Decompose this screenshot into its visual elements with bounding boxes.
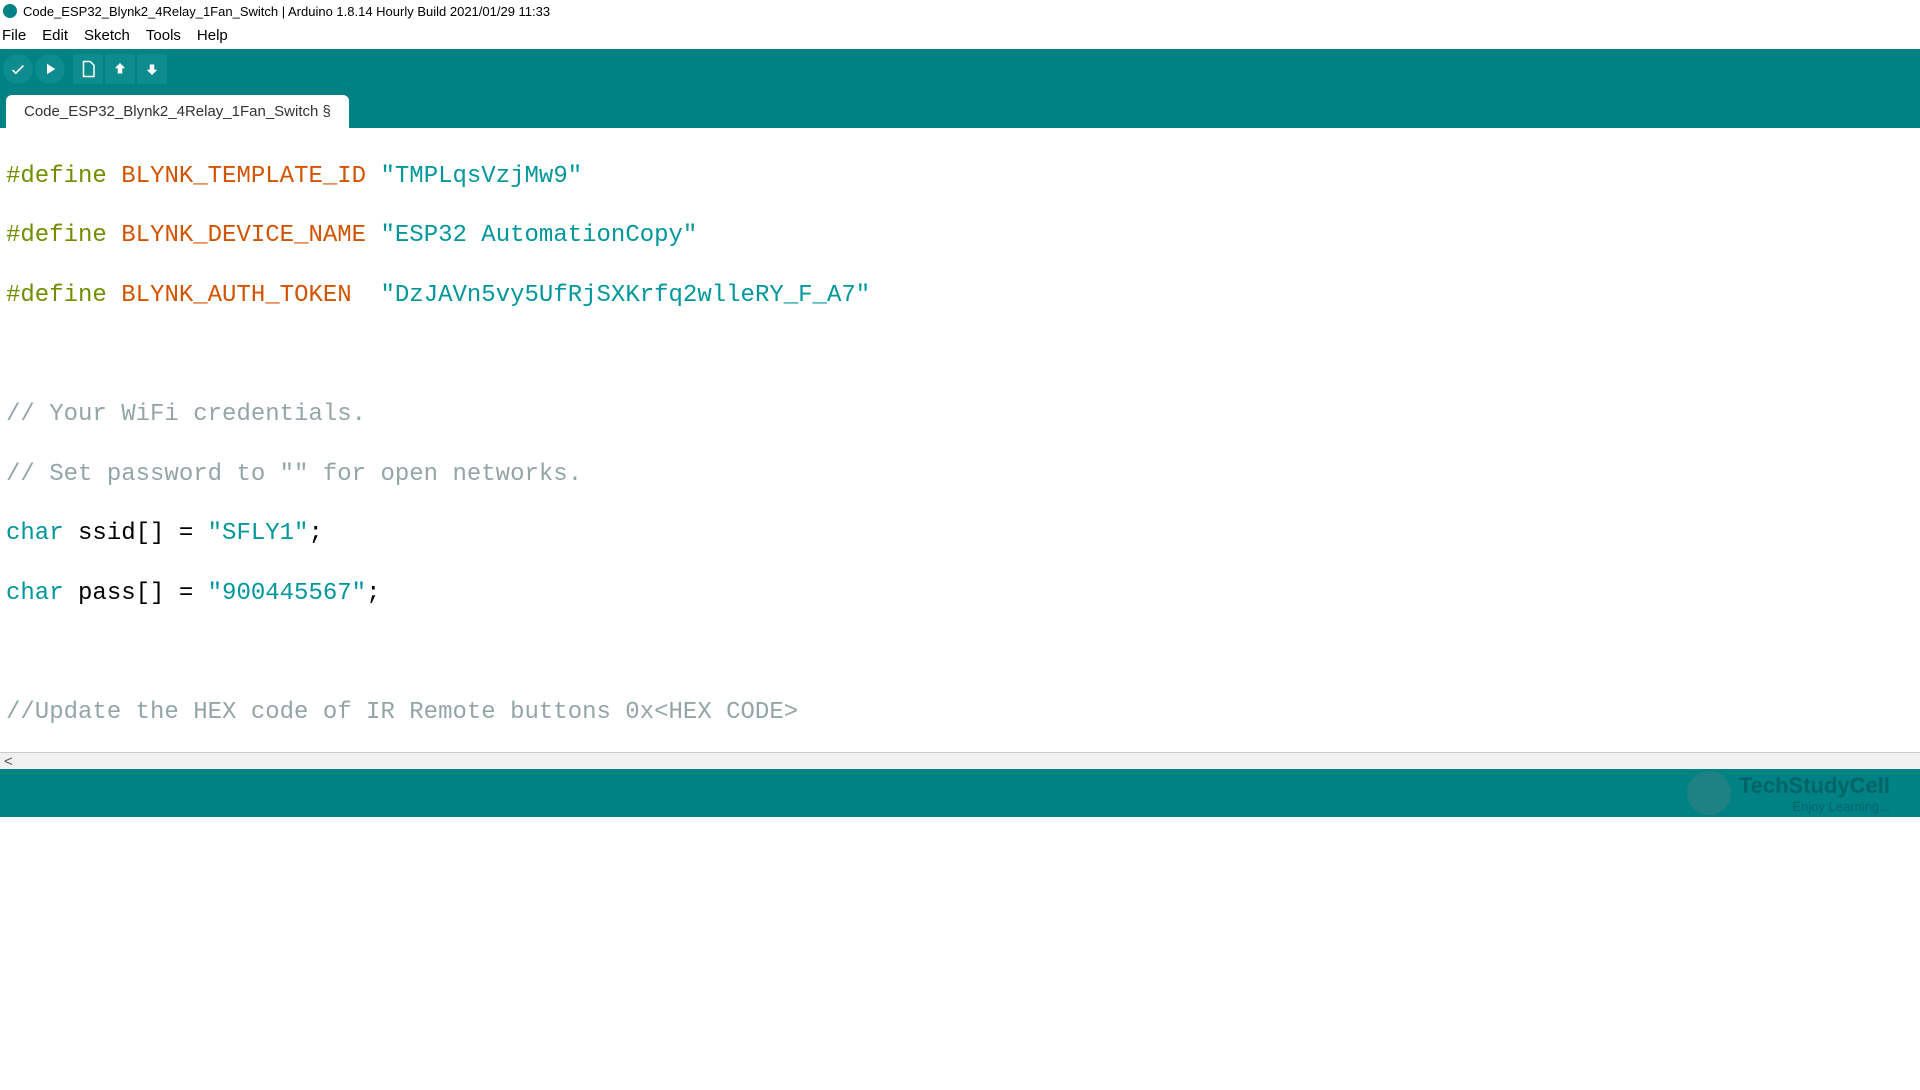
tab-sketch[interactable]: Code_ESP32_Blynk2_4Relay_1Fan_Switch §	[6, 95, 349, 128]
code-line: #define BLYNK_AUTH_TOKEN "DzJAVn5vy5UfRj…	[6, 281, 1914, 311]
code-line	[6, 341, 1914, 371]
code-line: // Your WiFi credentials.	[6, 400, 1914, 430]
arrow-up-icon	[111, 60, 129, 78]
app-icon	[3, 4, 17, 18]
code-line	[6, 639, 1914, 669]
watermark-tag: Enjoy Learning...	[1739, 799, 1890, 814]
code-line: // Set password to "" for open networks.	[6, 460, 1914, 490]
code-editor[interactable]: #define BLYNK_TEMPLATE_ID "TMPLqsVzjMw9"…	[0, 128, 1920, 752]
code-line: #define BLYNK_DEVICE_NAME "ESP32 Automat…	[6, 221, 1914, 251]
menu-tools[interactable]: Tools	[138, 27, 189, 44]
window-titlebar: Code_ESP32_Blynk2_4Relay_1Fan_Switch | A…	[0, 0, 1920, 22]
arrow-down-icon	[143, 60, 161, 78]
open-sketch-button[interactable]	[105, 54, 135, 84]
tab-strip: Code_ESP32_Blynk2_4Relay_1Fan_Switch §	[0, 88, 1920, 128]
horizontal-scrollbar[interactable]: <	[0, 752, 1920, 769]
code-line: char pass[] = "900445567";	[6, 579, 1914, 609]
code-line: char ssid[] = "SFLY1";	[6, 519, 1914, 549]
scroll-left-icon[interactable]: <	[4, 753, 13, 770]
arrow-right-icon	[41, 60, 59, 78]
toolbar	[0, 49, 1920, 88]
watermark: TechStudyCell Enjoy Learning...	[1687, 771, 1890, 815]
watermark-logo-icon	[1687, 771, 1731, 815]
watermark-brand: TechStudyCell	[1739, 773, 1890, 799]
window-title: Code_ESP32_Blynk2_4Relay_1Fan_Switch | A…	[23, 4, 550, 19]
file-icon	[79, 59, 97, 79]
menu-bar: File Edit Sketch Tools Help	[0, 22, 1920, 49]
code-line: //Update the HEX code of IR Remote butto…	[6, 698, 1914, 728]
code-line: #define BLYNK_TEMPLATE_ID "TMPLqsVzjMw9"	[6, 162, 1914, 192]
verify-button[interactable]	[3, 54, 33, 84]
menu-help[interactable]: Help	[189, 27, 236, 44]
upload-button[interactable]	[35, 54, 65, 84]
new-sketch-button[interactable]	[73, 54, 103, 84]
status-bar	[0, 769, 1920, 817]
menu-file[interactable]: File	[2, 27, 34, 44]
save-sketch-button[interactable]	[137, 54, 167, 84]
check-icon	[9, 60, 27, 78]
menu-sketch[interactable]: Sketch	[76, 27, 138, 44]
menu-edit[interactable]: Edit	[34, 27, 76, 44]
